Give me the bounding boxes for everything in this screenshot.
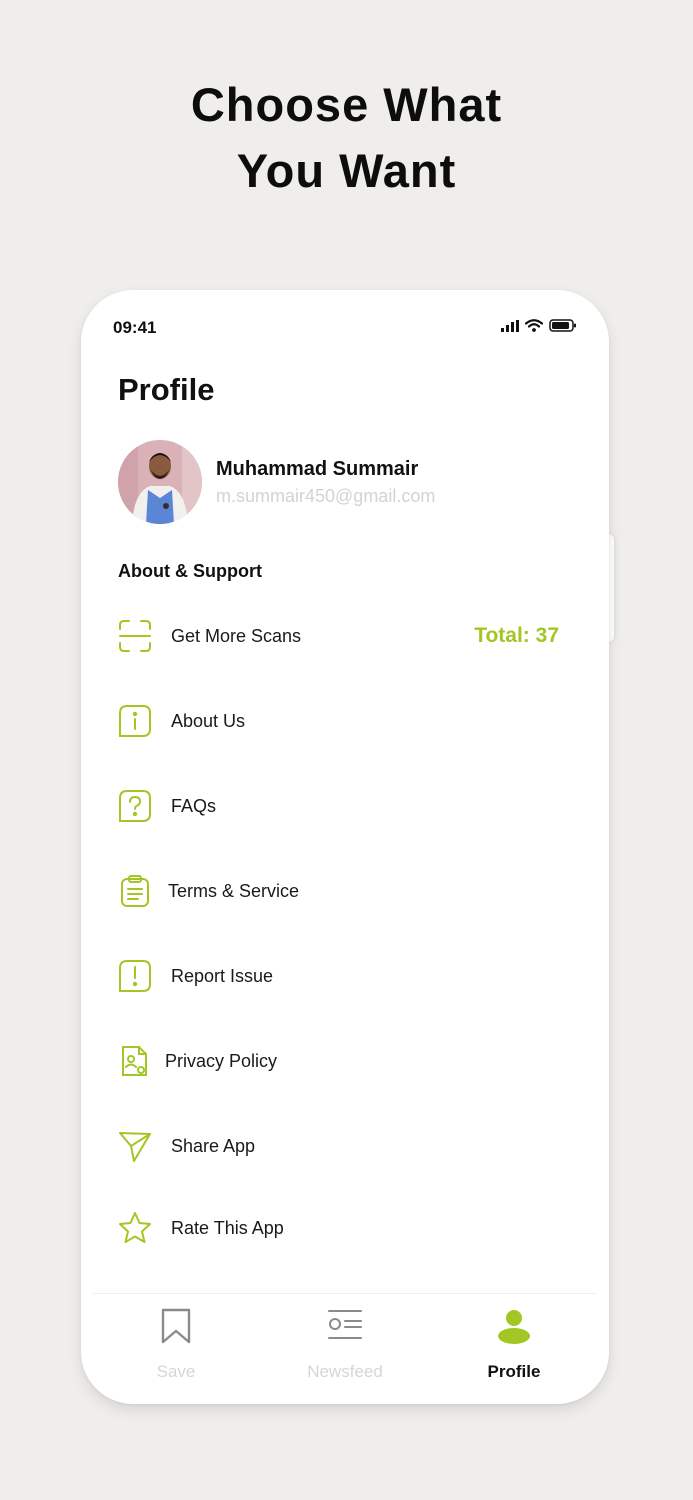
nav-label-profile: Profile (487, 1362, 541, 1381)
menu-item-faqs[interactable]: FAQs (117, 781, 573, 831)
menu-label-about-us: About Us (171, 710, 246, 731)
scan-icon (117, 618, 153, 654)
alert-icon (117, 958, 153, 994)
battery-icon (549, 319, 576, 332)
user-name: Muhammad Summair (216, 458, 419, 480)
bookmark-icon (106, 1300, 246, 1352)
clipboard-icon (117, 873, 153, 909)
headline: Choose What You Want (0, 72, 693, 204)
menu-item-share-app[interactable]: Share App (117, 1121, 573, 1171)
wifi-icon (525, 319, 543, 332)
nav-save[interactable]: Save (106, 1300, 246, 1390)
menu-item-about-us[interactable]: About Us (117, 696, 573, 746)
menu-label-rate-this-app: Rate This App (171, 1217, 284, 1238)
status-time: 09:41 (113, 318, 157, 337)
menu-item-report-issue[interactable]: Report Issue (117, 951, 573, 1001)
phone-frame: 09:41 Profile Muhammad Summair m.summair… (81, 290, 609, 1404)
status-icons (501, 319, 577, 332)
menu-item-get-more-scans[interactable]: Get More Scans Total: 37 (117, 611, 573, 661)
menu-label-get-more-scans: Get More Scans (171, 625, 302, 646)
document-user-icon (117, 1043, 153, 1079)
nav-profile[interactable]: Profile (444, 1300, 584, 1390)
signal-icon (501, 319, 519, 332)
question-icon (117, 788, 153, 824)
menu-label-share-app: Share App (171, 1135, 256, 1156)
menu-label-faqs: FAQs (171, 795, 217, 816)
bottom-nav-divider (93, 1293, 597, 1294)
nav-label-save: Save (156, 1362, 196, 1381)
menu-item-privacy-policy[interactable]: Privacy Policy (117, 1036, 573, 1086)
star-icon (117, 1210, 153, 1246)
info-icon (117, 703, 153, 739)
user-icon (444, 1300, 584, 1352)
page-title: Profile (118, 372, 215, 407)
headline-line-2: You Want (236, 144, 457, 197)
menu-label-report-issue: Report Issue (171, 965, 274, 986)
menu-item-terms-service[interactable]: Terms & Service (117, 866, 573, 916)
menu-label-terms-service: Terms & Service (168, 880, 300, 901)
avatar (118, 440, 202, 524)
nav-newsfeed[interactable]: Newsfeed (275, 1300, 415, 1390)
nav-label-newsfeed: Newsfeed (307, 1362, 383, 1381)
send-icon (117, 1128, 153, 1164)
user-email: m.summair450@gmail.com (216, 486, 436, 506)
newsfeed-icon (275, 1300, 415, 1352)
menu-item-rate-this-app[interactable]: Rate This App (117, 1203, 573, 1253)
scan-total: Total: 37 (474, 624, 559, 647)
headline-line-1: Choose What (190, 78, 503, 131)
menu-label-privacy-policy: Privacy Policy (165, 1050, 278, 1071)
section-title: About & Support (118, 561, 262, 581)
